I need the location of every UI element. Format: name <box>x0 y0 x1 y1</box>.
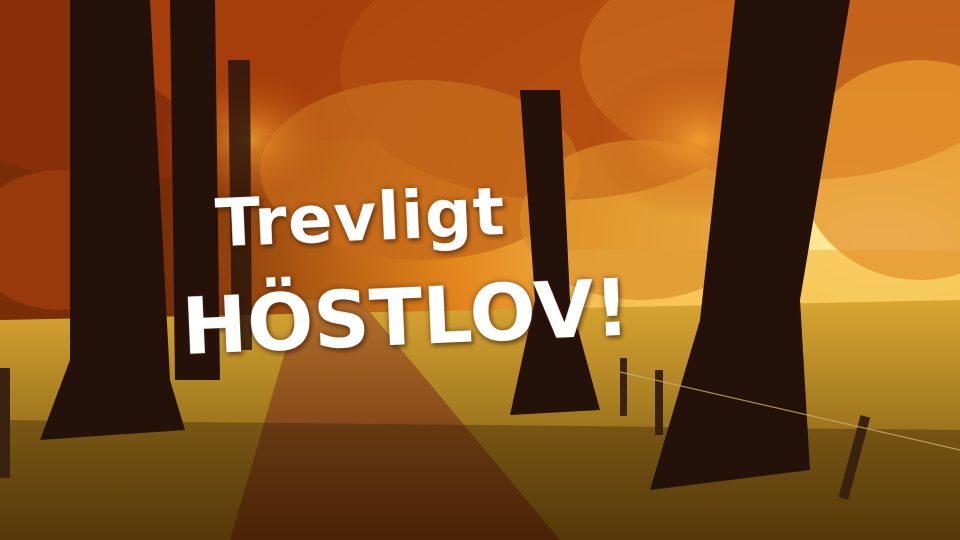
headline-line-2: HÖSTLOV! <box>180 263 632 374</box>
path-shadow <box>0 420 960 540</box>
greeting-headline: Trevligt HÖSTLOV! <box>166 168 632 387</box>
headline-line-1: Trevligt <box>213 172 508 263</box>
